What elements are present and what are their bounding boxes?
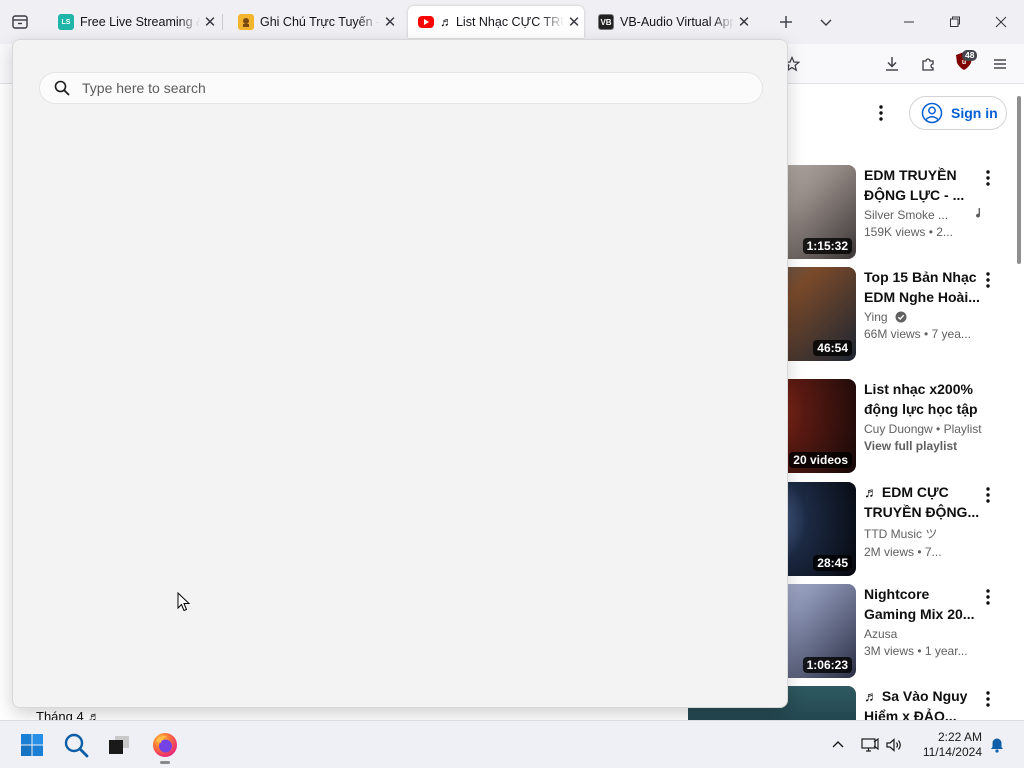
video-menu-kebab-icon[interactable] (978, 167, 998, 189)
close-tab-icon[interactable]: ✕ (200, 13, 220, 31)
tab-title: ♬ List Nhạc CỰC TRUY (440, 15, 564, 29)
restore-window-icon[interactable] (932, 0, 978, 44)
menu-hamburger-icon[interactable] (986, 50, 1014, 78)
video-stats: 66M views • 7 yea... (864, 327, 971, 341)
search-icon (54, 80, 70, 96)
tab-free-live-streaming[interactable]: LS Free Live Streaming & P ✕ (48, 6, 220, 38)
video-duration: 1:15:32 (802, 238, 852, 254)
video-stats: 159K views • 2... (864, 225, 953, 239)
taskbar-search-icon[interactable] (58, 727, 94, 763)
video-menu-kebab-icon[interactable] (978, 484, 998, 506)
tab-vb-audio[interactable]: VB VB-Audio Virtual Apps ✕ (588, 6, 754, 38)
windows-taskbar: 2:22 AM 11/14/2024 (0, 720, 1024, 768)
new-tab-icon[interactable] (774, 10, 798, 34)
clock-time: 2:22 AM (937, 730, 982, 744)
browser-tab-strip: LS Free Live Streaming & P ✕ Ghi Chú Trự… (0, 0, 1024, 44)
channel-name[interactable]: Silver Smoke ... (864, 208, 982, 222)
tab-youtube-list-nhac[interactable]: ♬ List Nhạc CỰC TRUY ✕ (408, 6, 584, 38)
close-tab-icon[interactable]: ✕ (380, 13, 400, 31)
tab-title: VB-Audio Virtual Apps (620, 15, 734, 29)
firefox-taskbar-icon[interactable] (147, 727, 183, 763)
youtube-favicon-icon (418, 16, 434, 28)
notification-bell-icon[interactable] (985, 733, 1009, 757)
video-duration: 46:54 (813, 340, 852, 356)
mouse-cursor-icon (177, 592, 191, 612)
channel-name[interactable]: TTD Music ツ (864, 525, 982, 542)
video-menu-kebab-icon[interactable] (978, 586, 998, 608)
network-icon[interactable] (858, 733, 882, 757)
windows-start-icon[interactable] (14, 727, 50, 763)
playlist-video-count: 20 videos (789, 452, 852, 468)
close-tab-icon[interactable]: ✕ (734, 13, 754, 31)
music-note-icon (976, 208, 981, 218)
channel-name[interactable]: Ying (864, 310, 982, 324)
close-window-icon[interactable] (978, 0, 1024, 44)
windows-search-panel (12, 39, 788, 708)
video-menu-kebab-icon[interactable] (978, 688, 998, 710)
verified-check-icon (895, 311, 907, 323)
video-title[interactable]: EDM TRUYỀN ĐỘNG LỰC - ... (864, 165, 982, 205)
livestream-favicon-icon: LS (58, 14, 74, 30)
channel-name[interactable]: Azusa (864, 627, 982, 641)
search-box[interactable] (39, 72, 763, 104)
close-tab-icon[interactable]: ✕ (564, 13, 584, 31)
video-duration: 1:06:23 (802, 657, 852, 673)
extension-badge-count: 48 (962, 50, 978, 61)
video-title[interactable]: ♬ EDM CỰC TRUYỀN ĐỘNG... (864, 482, 982, 522)
extensions-puzzle-icon[interactable] (914, 50, 942, 78)
tab-ghi-chu[interactable]: Ghi Chú Trực Tuyến - S ✕ (228, 6, 400, 38)
task-view-icon[interactable] (101, 727, 137, 763)
tab-title: Ghi Chú Trực Tuyến - S (260, 15, 380, 29)
show-hidden-icons-chevron-icon[interactable] (826, 733, 850, 757)
search-input[interactable] (82, 80, 722, 96)
sign-in-button[interactable]: Sign in (909, 96, 1007, 130)
playlist-row-text: Tháng 4 ♬ (36, 709, 101, 720)
minimize-window-icon[interactable] (886, 0, 932, 44)
chevron-down-icon[interactable] (814, 10, 838, 34)
video-menu-kebab-icon[interactable] (978, 269, 998, 291)
video-duration: 28:45 (813, 555, 852, 571)
video-title[interactable]: Top 15 Bản Nhạc EDM Nghe Hoài... (864, 267, 982, 307)
view-full-playlist-link[interactable]: View full playlist (864, 439, 982, 453)
channel-name[interactable]: Cuy Duongw • Playlist (864, 422, 982, 436)
playlist-title[interactable]: List nhạc x200% động lực học tập (864, 379, 982, 419)
downloads-icon[interactable] (878, 50, 906, 78)
volume-icon[interactable] (882, 733, 906, 757)
system-clock[interactable]: 2:22 AM 11/14/2024 (912, 730, 982, 760)
video-title[interactable]: ♬ Sa Vào Nguy Hiểm x ĐẢO... (864, 686, 982, 720)
vb-audio-favicon-icon: VB (598, 14, 614, 30)
video-stats: 3M views • 1 year... (864, 644, 968, 658)
notes-favicon-icon (238, 14, 254, 30)
video-title[interactable]: Nightcore Gaming Mix 20... (864, 584, 982, 624)
clock-date: 11/14/2024 (922, 745, 982, 759)
tab-divider (222, 14, 223, 30)
page-scrollbar[interactable] (1017, 96, 1021, 264)
tab-title: Free Live Streaming & P (80, 15, 200, 29)
settings-kebab-icon[interactable] (870, 100, 892, 126)
active-app-indicator (160, 761, 170, 764)
account-circle-icon (921, 102, 943, 124)
video-stats: 2M views • 7... (864, 545, 942, 559)
sign-in-label: Sign in (951, 105, 998, 121)
tab-list-icon[interactable] (4, 7, 36, 37)
